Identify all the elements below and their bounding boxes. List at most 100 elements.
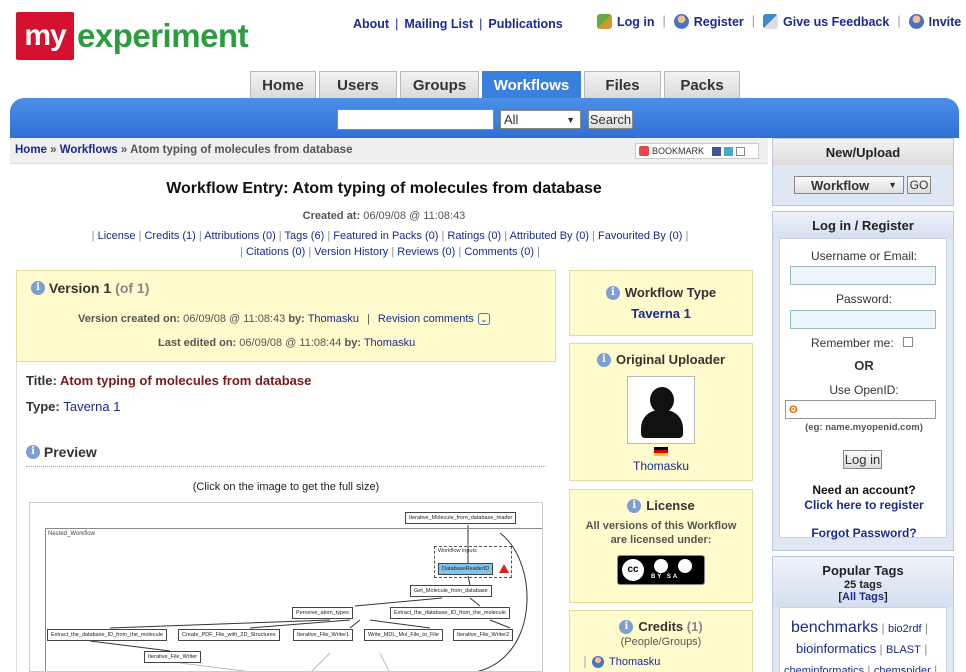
feedback-link-group[interactable]: Give us Feedback xyxy=(763,14,889,29)
link-attributions[interactable]: Attributions (0) xyxy=(204,230,276,242)
tab-home[interactable]: Home xyxy=(250,71,316,99)
tag-link[interactable]: benchmarks xyxy=(791,619,878,636)
uploader-label: Original Uploader xyxy=(615,352,726,367)
invite-link[interactable]: Invite xyxy=(929,15,962,29)
tag-link[interactable]: bioinformatics xyxy=(796,641,876,656)
openid-field[interactable]: ʘ xyxy=(785,400,936,419)
forgot-password-link[interactable]: Forgot Password? xyxy=(811,526,916,540)
link-tags[interactable]: Tags (6) xyxy=(285,230,325,242)
uploader-heading: i Original Uploader xyxy=(570,352,752,367)
type-value-link[interactable]: Taverna 1 xyxy=(63,399,120,414)
tab-files[interactable]: Files xyxy=(584,71,661,99)
tag-link[interactable]: chemspider xyxy=(874,665,931,672)
version-editor-link[interactable]: Thomasku xyxy=(364,337,415,349)
site-logo[interactable]: my experiment xyxy=(16,12,249,60)
user-icon xyxy=(592,656,604,668)
license-label: License xyxy=(646,498,695,513)
cc-by-sa-badge[interactable]: cc BY SA xyxy=(617,555,705,585)
breadcrumb-home[interactable]: Home xyxy=(15,144,47,156)
cc-icon: cc xyxy=(622,559,644,581)
search-select-value: All xyxy=(504,112,519,127)
diagram-node: Perceive_atom_types xyxy=(292,607,353,619)
register-link-wrap: Click here to register xyxy=(779,498,949,512)
by-label: by: xyxy=(288,313,305,325)
all-tags-link[interactable]: All Tags xyxy=(842,591,884,603)
link-credits[interactable]: Credits (1) xyxy=(144,230,195,242)
workflow-type-value: Taverna 1 xyxy=(570,306,752,321)
title-value: Atom typing of molecules from database xyxy=(59,373,312,388)
avatar[interactable] xyxy=(627,376,695,444)
openid-icon: ʘ xyxy=(789,404,798,416)
tab-workflows[interactable]: Workflows xyxy=(482,71,581,99)
user-links: Log in | Register | Give us Feedback | I… xyxy=(597,14,961,29)
register-link[interactable]: Register xyxy=(694,15,744,29)
uploader-link[interactable]: Thomasku xyxy=(633,459,689,473)
by-icon xyxy=(654,559,668,573)
link-attributed-by[interactable]: Attributed By (0) xyxy=(510,230,589,242)
tag-link[interactable]: bio2rdf xyxy=(888,623,922,635)
search-type-select[interactable]: All ▼ xyxy=(500,110,581,129)
invite-link-group[interactable]: Invite xyxy=(908,14,962,29)
tag-cloud: benchmarks | bio2rdf | bioinformatics | … xyxy=(778,618,948,672)
link-ratings[interactable]: Ratings (0) xyxy=(447,230,501,242)
link-featured-in-packs[interactable]: Featured in Packs (0) xyxy=(333,230,438,242)
tag-link[interactable]: BLAST xyxy=(886,644,921,656)
credits-sub: (People/Groups) xyxy=(620,636,702,648)
publications-link[interactable]: Publications xyxy=(488,17,562,31)
remember-checkbox[interactable] xyxy=(903,337,913,347)
login-link-group[interactable]: Log in xyxy=(597,14,655,29)
register-link-group[interactable]: Register xyxy=(673,14,744,29)
link-favourited-by[interactable]: Favourited By (0) xyxy=(598,230,682,242)
diagram-node: Extract_the_database_ID_from_the_molecul… xyxy=(47,629,167,641)
mailing-list-link[interactable]: Mailing List xyxy=(404,17,473,31)
tab-packs[interactable]: Packs xyxy=(664,71,740,99)
go-button[interactable]: GO xyxy=(907,176,931,194)
tab-groups[interactable]: Groups xyxy=(400,71,479,99)
preview-note: (Click on the image to get the full size… xyxy=(192,481,380,493)
link-reviews[interactable]: Reviews (0) xyxy=(397,246,455,258)
expand-icon[interactable]: ⌄ xyxy=(477,313,490,326)
password-field[interactable] xyxy=(790,310,936,329)
revision-comments-link[interactable]: Revision comments xyxy=(378,313,474,325)
uploader-name: Thomasku xyxy=(570,459,752,473)
version-creator-link[interactable]: Thomasku xyxy=(308,313,359,325)
version-box: i Version 1 (of 1) Version created on: 06… xyxy=(16,270,556,362)
tab-users[interactable]: Users xyxy=(319,71,397,99)
link-license[interactable]: License xyxy=(98,230,136,242)
search-input[interactable] xyxy=(337,109,494,130)
breadcrumb-workflows[interactable]: Workflows xyxy=(60,144,118,156)
dropdown-arrow-icon: ▼ xyxy=(888,180,897,190)
click-to-register-link[interactable]: Click here to register xyxy=(804,498,923,512)
created-label: Created at: xyxy=(302,210,361,222)
info-icon: i xyxy=(627,498,642,513)
username-field[interactable] xyxy=(790,266,936,285)
popular-tags-heading: Popular Tags 25 tags [All Tags] xyxy=(773,557,953,607)
login-button[interactable]: Log in xyxy=(843,450,882,469)
search-button[interactable]: Search xyxy=(588,110,633,129)
tag-link[interactable]: cheminformatics xyxy=(784,665,864,672)
diagram-node: Get_Molecule_from_database xyxy=(410,585,492,597)
info-icon: i xyxy=(619,619,634,634)
facebook-icon xyxy=(712,146,722,156)
top-links: About | Mailing List | Publications xyxy=(353,17,563,31)
forgot-wrap: Forgot Password? xyxy=(779,526,949,540)
workflow-preview-image[interactable]: Iterative_Molecule_from_database_reader … xyxy=(29,502,543,672)
popular-tags-label: Popular Tags xyxy=(822,563,904,578)
credits-count: (1) xyxy=(686,619,703,634)
workflow-type-link[interactable]: Taverna 1 xyxy=(631,306,691,321)
version-created-value: 06/09/08 @ 11:08:43 xyxy=(183,313,286,325)
feedback-link[interactable]: Give us Feedback xyxy=(783,15,889,29)
link-comments[interactable]: Comments (0) xyxy=(464,246,534,258)
about-link[interactable]: About xyxy=(353,17,389,31)
credits-person-link[interactable]: Thomasku xyxy=(609,656,660,668)
created-at: Created at: 06/09/08 @ 11:08:43 xyxy=(10,210,758,222)
version-edited-line: Last edited on: 06/09/08 @ 11:08:44 by: … xyxy=(158,337,415,349)
login-link[interactable]: Log in xyxy=(617,15,655,29)
entry-links-row-1: | License | Credits (1) | Attributions (… xyxy=(91,230,689,242)
bookmark-button[interactable]: BOOKMARK xyxy=(635,143,759,159)
new-upload-select[interactable]: Workflow ▼ xyxy=(794,176,904,194)
workflow-type-label: Workflow Type xyxy=(624,285,717,300)
cc-badge-text: BY SA xyxy=(651,574,680,580)
link-citations[interactable]: Citations (0) xyxy=(246,246,305,258)
link-version-history[interactable]: Version History xyxy=(314,246,388,258)
